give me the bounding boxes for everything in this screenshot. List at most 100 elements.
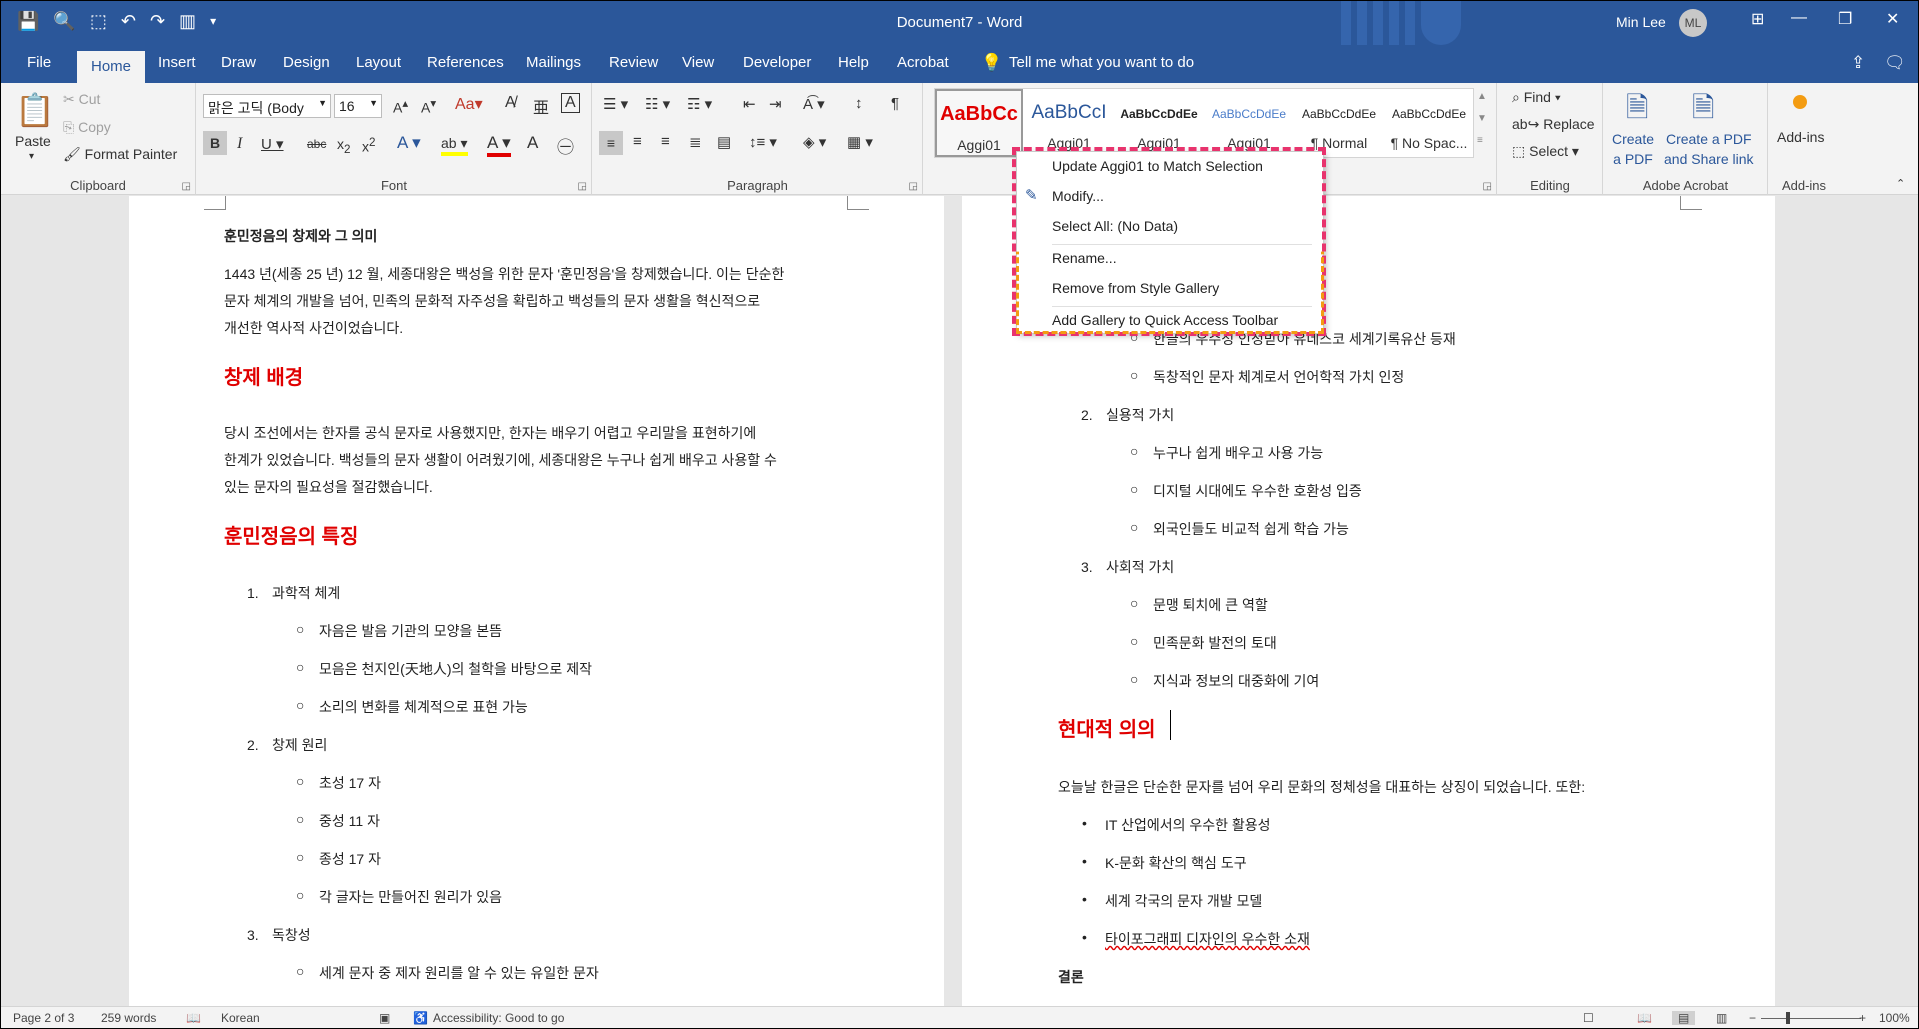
clear-formatting-icon[interactable]: A̸: [505, 94, 516, 112]
addins-button[interactable]: Add-ins: [1777, 129, 1824, 145]
scroll-up-icon[interactable]: ▲: [1477, 91, 1487, 102]
heading[interactable]: 현대적 의의: [1058, 713, 1156, 742]
tab-help[interactable]: Help: [838, 54, 869, 71]
list-subitem[interactable]: 모음은 천지인(天地人)의 철학을 바탕으로 제작: [319, 659, 592, 679]
list-subitem[interactable]: 종성 17 자: [319, 849, 381, 869]
list-item[interactable]: 타이포그래피 디자인의 우수한 소재: [1105, 929, 1310, 949]
restore-icon[interactable]: ❐: [1838, 9, 1852, 29]
list-item[interactable]: K-문화 확산의 핵심 도구: [1105, 853, 1247, 873]
proofing-icon[interactable]: 📖: [186, 1011, 201, 1025]
align-center-icon[interactable]: ≡: [633, 133, 642, 150]
list-item[interactable]: IT 산업에서의 우수한 활용성: [1105, 815, 1271, 835]
line-spacing-icon[interactable]: ↕≡ ▾: [749, 133, 777, 151]
zoom-level[interactable]: 100%: [1879, 1011, 1910, 1025]
copy-button[interactable]: Copy: [78, 119, 111, 135]
list-item[interactable]: 실용적 가치: [1106, 405, 1174, 425]
dialog-launcher-icon[interactable]: ◲: [1483, 181, 1492, 192]
tab-references[interactable]: References: [427, 54, 504, 71]
list-subitem[interactable]: 초성 17 자: [319, 773, 381, 793]
create-pdf-button[interactable]: Create a PDF: [1612, 129, 1654, 169]
tab-design[interactable]: Design: [283, 54, 330, 71]
character-border-icon[interactable]: A: [561, 93, 580, 113]
tab-review[interactable]: Review: [609, 54, 658, 71]
list-subitem[interactable]: 세계 문자 중 제자 원리를 알 수 있는 유일한 문자: [319, 963, 599, 983]
chevron-down-icon[interactable]: ▾: [29, 151, 34, 162]
paragraph-line[interactable]: 당시 조선에서는 한자를 공식 문자로 사용했지만, 한자는 배우기 어렵고 우…: [224, 423, 756, 443]
minimize-icon[interactable]: —: [1791, 9, 1807, 27]
decrease-indent-icon[interactable]: ⇤: [743, 95, 756, 113]
list-subitem[interactable]: 디지털 시대에도 우수한 호환성 입증: [1153, 481, 1362, 501]
list-item[interactable]: 세계 각국의 문자 개발 모델: [1105, 891, 1262, 911]
tab-home[interactable]: Home: [77, 51, 146, 83]
list-item[interactable]: 독창성: [272, 925, 311, 945]
list-subitem[interactable]: 독창적인 문자 체계로서 언어학적 가치 인정: [1153, 367, 1404, 387]
page-left[interactable]: 훈민정음의 창제와 그 의미 1443 년(세종 25 년) 12 월, 세종대…: [129, 196, 944, 1006]
accessibility-status[interactable]: Accessibility: Good to go: [433, 1011, 564, 1025]
heading[interactable]: 창제 배경: [224, 361, 303, 390]
style-item[interactable]: AaBbCc Aggi01: [935, 89, 1023, 157]
paragraph-line[interactable]: 개선한 역사적 사건이었습니다.: [224, 318, 403, 338]
paste-button[interactable]: Paste: [15, 133, 51, 149]
dialog-launcher-icon[interactable]: ◲: [578, 181, 587, 192]
subscript-icon[interactable]: x2: [337, 136, 350, 156]
justify-icon[interactable]: ≣: [689, 133, 702, 151]
list-subitem[interactable]: 소리의 변화를 체계적으로 표현 가능: [319, 697, 528, 717]
zoom-slider[interactable]: [1761, 1018, 1861, 1019]
collapse-ribbon-icon[interactable]: ⌃: [1896, 177, 1905, 190]
word-count[interactable]: 259 words: [101, 1011, 156, 1025]
tab-draw[interactable]: Draw: [221, 54, 256, 71]
paragraph-line[interactable]: 오늘날 한글은 단순한 문자를 넘어 우리 문화의 정체성을 대표하는 상징이 …: [1058, 777, 1585, 797]
section-title[interactable]: 결론: [1058, 967, 1084, 987]
strikethrough-icon[interactable]: abc: [307, 137, 326, 151]
scroll-down-icon[interactable]: ▼: [1477, 113, 1487, 124]
list-subitem[interactable]: 중성 11 자: [319, 811, 380, 831]
text-effects-icon[interactable]: A ▾: [397, 133, 421, 153]
tab-developer[interactable]: Developer: [743, 54, 811, 71]
tab-view[interactable]: View: [682, 54, 714, 71]
distributed-icon[interactable]: ▤: [717, 133, 731, 151]
language-indicator[interactable]: Korean: [221, 1011, 260, 1025]
create-share-pdf-button[interactable]: Create a PDF and Share link: [1664, 129, 1754, 169]
more-styles-icon[interactable]: ≡: [1477, 135, 1483, 146]
list-subitem[interactable]: 각 글자는 만들어진 원리가 있음: [319, 887, 502, 907]
replace-button[interactable]: Replace: [1543, 116, 1594, 132]
align-left-icon[interactable]: ≡: [599, 131, 623, 155]
list-subitem[interactable]: 문맹 퇴치에 큰 역할: [1153, 595, 1268, 615]
zoom-out-icon[interactable]: −: [1749, 1011, 1756, 1025]
list-subitem[interactable]: 자음은 발음 기관의 모양을 본뜸: [319, 621, 502, 641]
italic-icon[interactable]: I: [237, 135, 242, 153]
read-mode-icon[interactable]: 📖: [1637, 1011, 1652, 1025]
enclose-characters-icon[interactable]: ㊀: [557, 133, 574, 158]
character-shading-icon[interactable]: A: [527, 133, 538, 153]
user-name[interactable]: Min Lee: [1616, 14, 1666, 30]
zoom-in-icon[interactable]: +: [1859, 1011, 1866, 1025]
tab-acrobat[interactable]: Acrobat: [897, 54, 949, 71]
page-indicator[interactable]: Page 2 of 3: [13, 1011, 74, 1025]
tell-me-search[interactable]: Tell me what you want to do: [1009, 54, 1194, 71]
cut-button[interactable]: Cut: [79, 91, 101, 107]
macro-icon[interactable]: ▣: [379, 1011, 390, 1025]
paragraph-line[interactable]: 1443 년(세종 25 년) 12 월, 세종대왕은 백성을 위한 문자 '훈…: [224, 264, 784, 284]
tab-file[interactable]: File: [27, 54, 51, 71]
phonetic-guide-icon[interactable]: 亜: [533, 94, 549, 118]
ribbon-options-icon[interactable]: ⊞: [1751, 9, 1764, 29]
format-painter-button[interactable]: Format Painter: [85, 146, 178, 162]
paragraph-line[interactable]: 문자 체계의 개발을 넘어, 민족의 문화적 자주성을 확립하고 백성들의 문자…: [224, 291, 760, 311]
list-subitem[interactable]: 지식과 정보의 대중화에 기여: [1153, 671, 1319, 691]
print-layout-icon[interactable]: ▤: [1672, 1011, 1696, 1025]
web-layout-icon[interactable]: ▥: [1716, 1011, 1727, 1025]
font-color-icon[interactable]: A ▾: [487, 133, 511, 157]
style-item[interactable]: AaBbCcDdEe ¶ No Spac...: [1385, 89, 1473, 157]
focus-icon[interactable]: ☐: [1583, 1011, 1594, 1025]
list-subitem[interactable]: 외국인들도 비교적 쉽게 학습 가능: [1153, 519, 1349, 539]
heading[interactable]: 훈민정음의 특징: [224, 520, 358, 549]
doc-title[interactable]: 훈민정음의 창제와 그 의미: [224, 226, 377, 246]
list-item[interactable]: 과학적 체계: [272, 583, 340, 603]
bullets-icon[interactable]: ☰ ▾: [603, 95, 628, 113]
sort-icon[interactable]: ↕: [855, 95, 863, 112]
borders-icon[interactable]: ▦ ▾: [847, 133, 873, 151]
tab-insert[interactable]: Insert: [158, 54, 196, 71]
comments-icon[interactable]: 🗨: [1884, 53, 1906, 73]
shrink-font-icon[interactable]: A▾: [421, 96, 436, 116]
avatar[interactable]: ML: [1679, 9, 1707, 37]
